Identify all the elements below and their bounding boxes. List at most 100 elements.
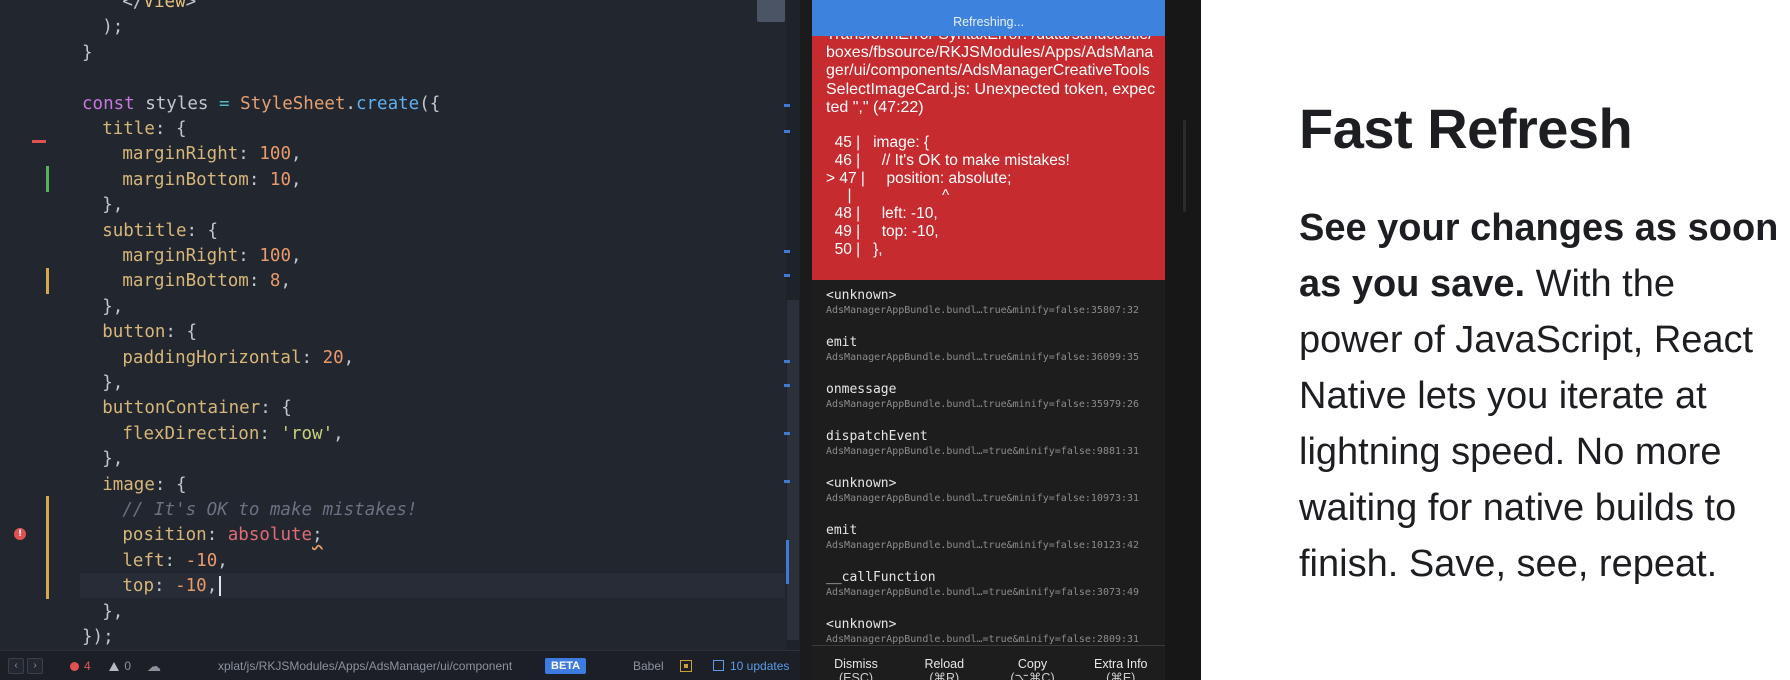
file-path[interactable]: xplat/js/RKJSModules/Apps/AdsManager/ui/… xyxy=(218,651,512,680)
code-line[interactable]: }, xyxy=(102,447,123,472)
code-line[interactable]: ); xyxy=(102,15,123,40)
code-token: }, xyxy=(102,296,124,317)
stack-frame[interactable]: dispatchEvent AdsManagerAppBundle.bundl…=… xyxy=(826,429,1156,459)
stack-trace[interactable]: <unknown> AdsManagerAppBundle.bundl…true&… xyxy=(812,280,1165,645)
stack-frame-location: AdsManagerAppBundle.bundl…true&minify=fa… xyxy=(826,493,1140,504)
redbox-actions: Dismiss (ESC) Reload (⌘R) Copy (⌥⌘C) Extra Inf… xyxy=(812,645,1165,680)
code-line[interactable]: marginRight: 100, xyxy=(122,244,301,269)
redbox-dismiss-button[interactable]: Dismiss (ESC) xyxy=(812,646,900,680)
code-token: create xyxy=(355,93,420,114)
code-token: : xyxy=(238,144,260,165)
action-label: Copy xyxy=(1017,657,1048,671)
code-token: : xyxy=(301,347,323,368)
code-line[interactable]: </View> xyxy=(122,0,196,15)
scrollbar-thumb[interactable] xyxy=(787,300,799,640)
code-line[interactable]: button: { xyxy=(102,320,197,345)
beta-badge: BETA xyxy=(545,658,587,674)
code-token: }, xyxy=(102,195,124,216)
code-token: , xyxy=(280,271,291,292)
code-line[interactable]: top: -10, xyxy=(122,574,222,599)
code-token: : { xyxy=(260,398,292,419)
cloud-sync-icon[interactable]: ☁ xyxy=(147,651,161,680)
redbox-copy-button[interactable]: Copy (⌥⌘C) xyxy=(989,646,1077,680)
stack-frame-function: <unknown> xyxy=(826,476,897,491)
code-token: -10 xyxy=(185,550,218,571)
code-token: buttonContainer xyxy=(102,398,261,419)
code-token: StyleSheet xyxy=(240,93,346,114)
feature-panel: Fast Refresh See your changes as soon as… xyxy=(1201,0,1790,680)
grammar-selector[interactable]: Babel xyxy=(633,651,664,680)
warning-icon xyxy=(109,662,120,671)
scroll-top-handle[interactable] xyxy=(757,0,785,22)
stack-frame[interactable]: emit AdsManagerAppBundle.bundl…true&minif… xyxy=(826,335,1156,365)
code-token: 100 xyxy=(259,144,291,165)
code-token: ; xyxy=(312,525,323,546)
code-token: button xyxy=(102,322,166,343)
stack-frame-location: AdsManagerAppBundle.bundl…true&minify=fa… xyxy=(826,399,1140,410)
stack-frame-location: AdsManagerAppBundle.bundl…=true&minify=f… xyxy=(826,446,1140,457)
code-token: 20 xyxy=(322,347,344,368)
code-line[interactable]: paddingHorizontal: 20, xyxy=(122,346,354,371)
code-line[interactable]: }, xyxy=(102,193,123,218)
code-token: , xyxy=(290,246,302,266)
code-line[interactable]: position: absolute; xyxy=(122,523,322,548)
action-shortcut: (⌘R) xyxy=(929,671,960,680)
stack-frame-location: AdsManagerAppBundle.bundl…true&minify=fa… xyxy=(826,305,1140,316)
stack-frame[interactable]: __callFunction AdsManagerAppBundle.bundl…… xyxy=(826,570,1156,600)
format-toggle-icon[interactable] xyxy=(680,651,692,680)
code-token: position xyxy=(122,525,207,546)
code-line[interactable]: }, xyxy=(102,600,123,625)
nav-forward-button[interactable]: › xyxy=(27,658,43,674)
code-token: ); xyxy=(102,17,124,38)
code-line[interactable]: // It's OK to make mistakes! xyxy=(122,498,417,523)
code-line[interactable]: } xyxy=(82,41,93,66)
stack-frame[interactable]: <unknown> AdsManagerAppBundle.bundl…=true… xyxy=(826,617,1156,645)
code-token: }, xyxy=(102,601,124,622)
updates-indicator[interactable]: 10 updates xyxy=(713,651,789,680)
error-count: 4 xyxy=(84,659,91,673)
overview-ruler-mark xyxy=(784,250,790,253)
action-label: Extra Info xyxy=(1094,657,1148,671)
code-line[interactable]: marginBottom: 10, xyxy=(122,168,301,193)
code-token: , xyxy=(217,550,228,571)
code-token: 8 xyxy=(269,271,281,292)
window-divider xyxy=(800,0,812,680)
code-token: }, xyxy=(102,373,124,393)
code-token: : xyxy=(248,169,270,190)
feature-title: Fast Refresh xyxy=(1299,97,1633,160)
nav-back-button[interactable]: ‹ xyxy=(8,658,24,674)
code-token: : xyxy=(238,246,260,266)
diagnostics-summary[interactable]: 4 0 xyxy=(70,651,131,680)
stack-frame[interactable]: <unknown> AdsManagerAppBundle.bundl…true&… xyxy=(826,476,1156,506)
code-line[interactable]: const styles = StyleSheet.create({ xyxy=(82,92,440,117)
code-area[interactable]: </View>);} const styles = StyleSheet.crea… xyxy=(0,0,790,650)
stack-frame[interactable]: onmessage AdsManagerAppBundle.bundl…true&… xyxy=(826,382,1156,412)
redbox-reload-button[interactable]: Reload (⌘R) xyxy=(900,646,988,680)
code-line[interactable]: buttonContainer: { xyxy=(102,396,292,421)
code-token: : xyxy=(164,550,186,571)
code-line[interactable]: title: { xyxy=(102,117,186,142)
stack-frame-function: <unknown> xyxy=(826,288,897,303)
code-token: marginRight xyxy=(122,144,239,165)
code-token: , xyxy=(206,576,218,597)
code-line[interactable]: }, xyxy=(102,295,123,320)
code-line[interactable]: marginRight: 100, xyxy=(122,142,301,167)
code-token: flexDirection xyxy=(122,423,260,444)
code-line[interactable]: subtitle: { xyxy=(102,219,218,244)
text-cursor xyxy=(219,576,222,597)
stack-frame[interactable]: emit AdsManagerAppBundle.bundl…true&minif… xyxy=(826,523,1156,553)
code-line[interactable]: marginBottom: 8, xyxy=(122,269,291,294)
code-token: : xyxy=(206,525,228,546)
code-editor[interactable]: ! </View>);} const styles = StyleSheet.cr… xyxy=(0,0,800,680)
code-line[interactable]: flexDirection: 'row', xyxy=(122,422,343,447)
stack-frame-function: dispatchEvent xyxy=(826,429,928,444)
stack-frame[interactable]: <unknown> AdsManagerAppBundle.bundl…true&… xyxy=(826,288,1156,318)
code-line[interactable]: left: -10, xyxy=(122,549,227,574)
code-line[interactable]: }); xyxy=(82,625,114,650)
code-token: ({ xyxy=(419,93,441,114)
code-token: : xyxy=(154,576,176,597)
code-line[interactable]: image: { xyxy=(102,473,186,498)
code-line[interactable]: }, xyxy=(102,371,123,396)
redbox-extra-info-button[interactable]: Extra Info (⌘E) xyxy=(1077,646,1165,680)
code-token: paddingHorizontal xyxy=(122,347,302,368)
